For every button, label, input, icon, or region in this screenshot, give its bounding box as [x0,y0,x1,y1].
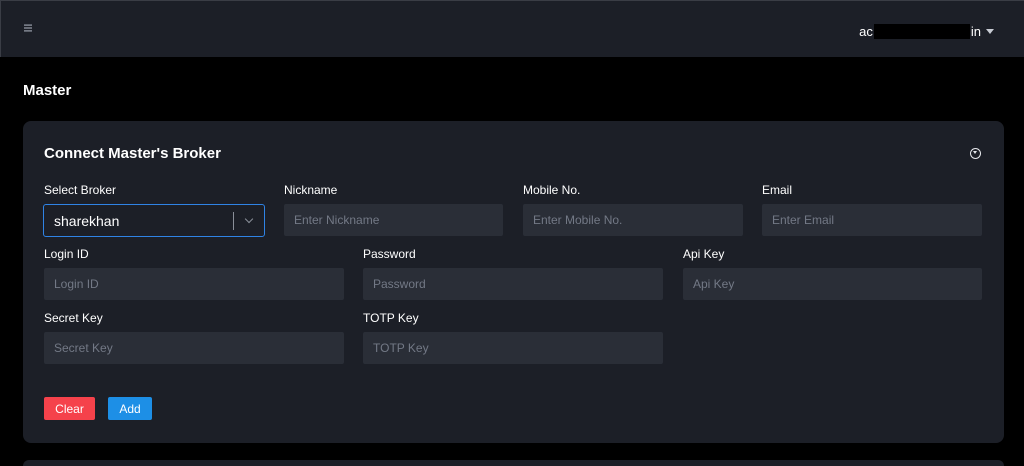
login-id-input[interactable] [44,268,344,300]
user-menu[interactable]: ac in [859,23,994,39]
chevron-circle-down-icon[interactable] [970,148,981,159]
api-key-input[interactable] [683,268,982,300]
hamburger-icon-glyph [24,24,32,32]
nickname-label: Nickname [284,183,338,197]
select-broker-label: Select Broker [44,183,117,197]
mobile-label: Mobile No. [523,183,581,197]
password-input[interactable] [363,268,663,300]
top-navbar: ac in [0,0,1024,57]
hamburger-icon[interactable] [23,22,35,34]
api-key-label: Api Key [683,247,725,261]
email-label: Email [762,183,793,197]
user-name-prefix: ac [859,23,873,39]
card-title: Connect Master's Broker [44,145,221,162]
email-input[interactable] [762,204,982,236]
connect-broker-card: Connect Master's Broker Select Broker sh… [23,121,1004,443]
caret-down-icon [986,28,994,34]
mobile-input[interactable] [523,204,743,236]
secret-key-input[interactable] [44,332,344,364]
user-name-suffix: in [970,23,981,39]
add-button[interactable]: Add [108,397,152,420]
next-card-edge [23,460,1004,466]
totp-key-label: TOTP Key [363,311,419,325]
clear-button[interactable]: Clear [44,397,95,420]
secret-key-label: Secret Key [44,311,103,325]
select-broker-dropdown[interactable]: sharekhan [43,204,265,237]
totp-key-input[interactable] [363,332,663,364]
select-broker-value: sharekhan [54,212,120,229]
password-label: Password [363,247,416,261]
page-title: Master [23,82,72,99]
nickname-input[interactable] [284,204,503,236]
redacted-username [873,23,970,39]
chevron-down-icon[interactable] [234,205,264,236]
login-id-label: Login ID [44,247,89,261]
